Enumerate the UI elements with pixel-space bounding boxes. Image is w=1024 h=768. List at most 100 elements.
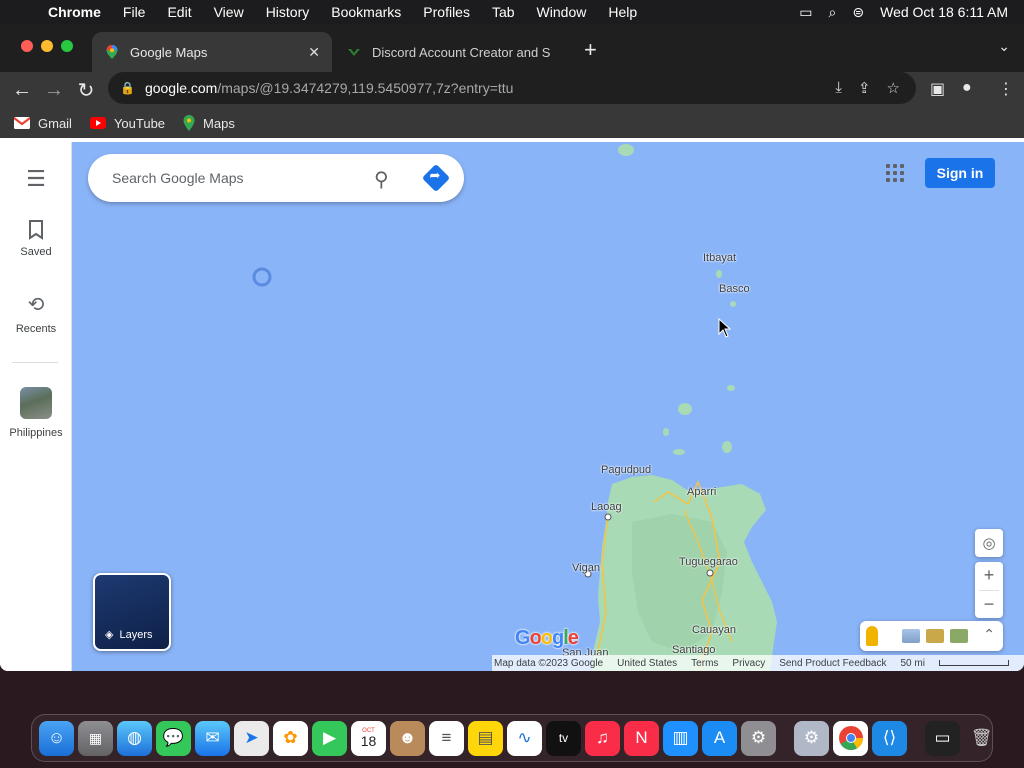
- menu-app-chrome[interactable]: Chrome: [48, 4, 101, 20]
- menu-history[interactable]: History: [266, 4, 310, 20]
- zoom-in-button[interactable]: +: [975, 562, 1003, 590]
- menu-hamburger-icon[interactable]: ☰: [0, 166, 72, 198]
- directions-icon[interactable]: ➦: [421, 163, 451, 193]
- sidebar-item-saved[interactable]: Saved: [0, 220, 72, 258]
- back-icon[interactable]: ←: [8, 76, 36, 104]
- map-label-pagudpud[interactable]: Pagudpud: [601, 464, 651, 476]
- calendar-icon[interactable]: OCT 18: [351, 720, 386, 756]
- menu-profiles[interactable]: Profiles: [423, 4, 470, 20]
- sign-in-button[interactable]: Sign in: [925, 158, 995, 188]
- vscode-icon[interactable]: ⟨⟩: [872, 720, 907, 756]
- terms-link[interactable]: Terms: [691, 658, 718, 669]
- launchpad-icon[interactable]: ▦: [78, 720, 113, 756]
- bookmark-gmail[interactable]: Gmail: [14, 116, 72, 131]
- privacy-link[interactable]: Privacy: [732, 658, 765, 669]
- profile-avatar-icon[interactable]: ●: [962, 79, 972, 97]
- pegman-icon[interactable]: [866, 626, 878, 646]
- bookmark-star-icon[interactable]: ☆: [887, 79, 900, 97]
- menu-bookmarks[interactable]: Bookmarks: [331, 4, 401, 20]
- close-tab-icon[interactable]: ✕: [308, 44, 320, 61]
- tab-search-chevron-icon[interactable]: ⌄: [998, 38, 1010, 55]
- contacts-icon[interactable]: ☻: [390, 720, 425, 756]
- share-icon[interactable]: ⇪: [858, 79, 871, 97]
- reload-icon[interactable]: ↻: [72, 76, 100, 104]
- chrome-menu-icon[interactable]: ⋮: [998, 79, 1014, 99]
- forward-icon[interactable]: →: [40, 76, 68, 104]
- music-icon[interactable]: ♫: [585, 720, 620, 756]
- address-bar[interactable]: 🔒 google.com/maps/@19.3474279,119.545097…: [108, 72, 916, 104]
- my-location-icon[interactable]: ◎: [975, 529, 1003, 557]
- mail-icon[interactable]: ✉: [195, 720, 230, 756]
- maps-app-icon[interactable]: ➤: [234, 720, 269, 756]
- map-label-itbayat[interactable]: Itbayat: [703, 252, 736, 264]
- system-settings-icon[interactable]: ⚙: [741, 720, 776, 756]
- map-label-laoag[interactable]: Laoag: [591, 501, 622, 513]
- imagery-thumbnail[interactable]: [926, 629, 944, 643]
- finder-icon[interactable]: ☺: [39, 720, 74, 756]
- zoom-out-button[interactable]: −: [975, 591, 1003, 619]
- news-icon[interactable]: N: [624, 720, 659, 756]
- search-icon[interactable]: ⚲: [374, 167, 389, 192]
- history-icon: ⟲: [27, 294, 45, 316]
- menu-edit[interactable]: Edit: [167, 4, 191, 20]
- imagery-thumbnail[interactable]: [950, 629, 968, 643]
- map-label-vigan[interactable]: Vigan: [572, 562, 600, 574]
- map-label-tuguegarao[interactable]: Tuguegarao: [679, 556, 738, 568]
- menu-file[interactable]: File: [123, 4, 146, 20]
- messages-icon[interactable]: 💬: [156, 720, 191, 756]
- system-preferences-icon[interactable]: ⚙: [794, 720, 829, 756]
- tab-google-maps[interactable]: Google Maps ✕: [92, 32, 332, 72]
- map-canvas[interactable]: Itbayat Basco Pagudpud Aparri Laoag Viga…: [72, 142, 1024, 671]
- photos-icon[interactable]: ✿: [273, 720, 308, 756]
- layers-button[interactable]: ◈ Layers: [93, 573, 171, 651]
- facetime-icon[interactable]: ▶: [312, 720, 347, 756]
- map-label-aparri[interactable]: Aparri: [687, 486, 716, 498]
- macos-menu-bar: Chrome File Edit View History Bookmarks …: [0, 0, 1024, 24]
- send-feedback-link[interactable]: Send Product Feedback: [779, 658, 886, 669]
- sidebar-item-recents[interactable]: ⟲ Recents: [0, 292, 72, 335]
- expand-chevron-icon[interactable]: ⌃: [983, 626, 995, 643]
- menu-window[interactable]: Window: [537, 4, 587, 20]
- close-window-button[interactable]: [21, 40, 33, 52]
- control-center-icon[interactable]: ⊜: [852, 4, 864, 21]
- imagery-thumbnail[interactable]: [902, 629, 920, 643]
- bookmark-maps[interactable]: Maps: [183, 115, 235, 131]
- minimize-window-button[interactable]: [41, 40, 53, 52]
- screen-mirroring-icon[interactable]: ▭: [799, 4, 812, 21]
- discord-tab-favicon-icon: [348, 49, 360, 56]
- apple-tv-icon[interactable]: tv: [546, 720, 581, 756]
- lock-icon[interactable]: 🔒: [120, 81, 135, 95]
- toolbar: ← → ↻ 🔒 google.com/maps/@19.3474279,119.…: [0, 72, 1024, 108]
- scale-bar[interactable]: [938, 660, 1009, 666]
- spotlight-search-icon[interactable]: ⌕: [829, 4, 837, 21]
- layers-icon: ◈: [105, 629, 114, 641]
- reminders-icon[interactable]: ≡: [429, 720, 464, 756]
- map-label-cauayan[interactable]: Cauayan: [692, 624, 736, 636]
- side-panel-icon[interactable]: ▣: [930, 79, 945, 99]
- install-app-icon[interactable]: ⤓: [835, 79, 842, 97]
- menu-help[interactable]: Help: [608, 4, 637, 20]
- search-input[interactable]: [112, 170, 352, 186]
- scale-label[interactable]: 50 mi: [901, 658, 925, 669]
- zoom-controls: + −: [975, 562, 1003, 618]
- safari-icon[interactable]: ◍: [117, 720, 152, 756]
- freeform-icon[interactable]: ∿: [507, 720, 542, 756]
- country-link[interactable]: United States: [617, 658, 677, 669]
- google-apps-grid-icon[interactable]: [886, 164, 904, 182]
- map-label-basco[interactable]: Basco: [719, 283, 750, 295]
- sidebar-item-philippines[interactable]: Philippines: [0, 387, 72, 439]
- maximize-window-button[interactable]: [61, 40, 73, 52]
- menu-tab[interactable]: Tab: [492, 4, 515, 20]
- notes-icon[interactable]: ▤: [468, 720, 503, 756]
- maps-sidebar: ☰ Saved ⟲ Recents Philippines: [0, 142, 72, 671]
- downloads-stack-icon[interactable]: ▭: [925, 720, 960, 756]
- app-store-icon[interactable]: A: [702, 720, 737, 756]
- menu-view[interactable]: View: [214, 4, 244, 20]
- keynote-icon[interactable]: ▥: [663, 720, 698, 756]
- trash-icon[interactable]: 🗑: [964, 721, 999, 756]
- tab-discord[interactable]: Discord Account Creator and S: [334, 32, 570, 72]
- menubar-clock[interactable]: Wed Oct 18 6:11 AM: [880, 4, 1008, 20]
- chrome-icon[interactable]: [833, 720, 868, 756]
- new-tab-button[interactable]: +: [584, 37, 597, 63]
- bookmark-youtube[interactable]: YouTube: [89, 116, 165, 131]
